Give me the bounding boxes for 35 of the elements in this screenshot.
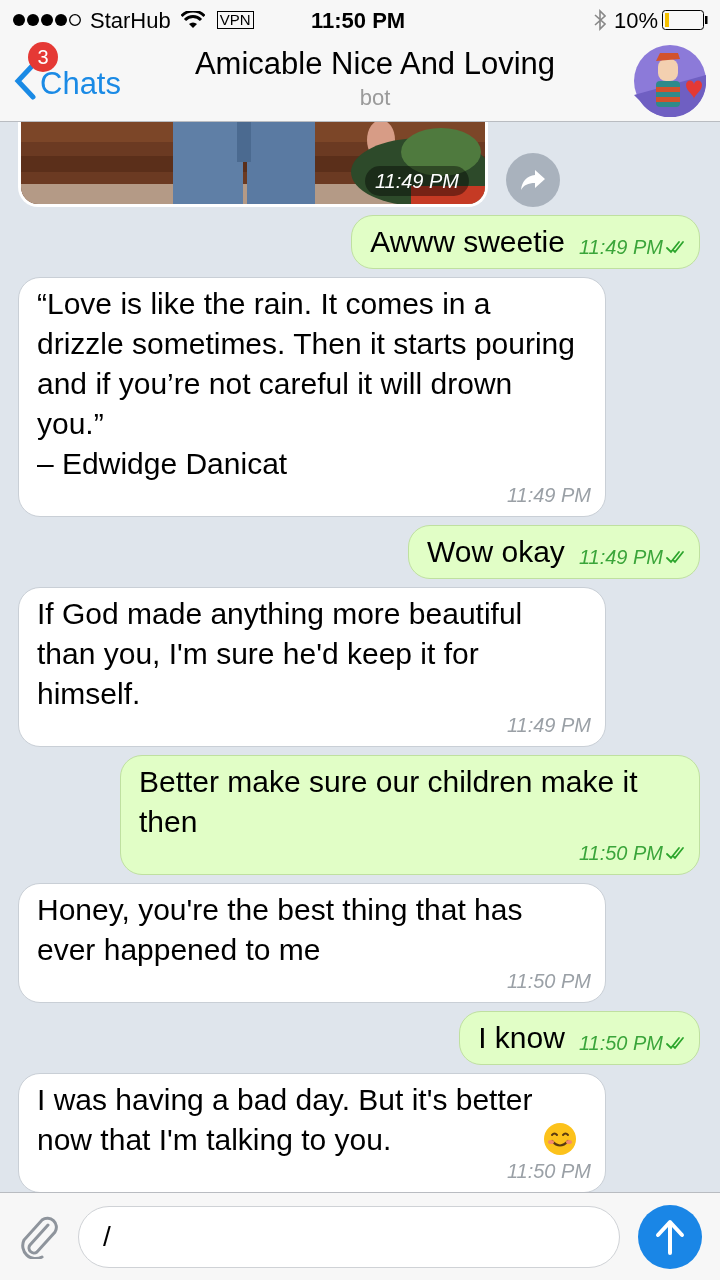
message-time: 11:50 PM xyxy=(506,970,591,992)
message-time: 11:49 PM xyxy=(578,236,663,258)
message-text: If God made anything more beautiful than you, I'm sure he'd keep it for himself. xyxy=(37,596,524,712)
message-time: 11:50 PM xyxy=(506,1160,591,1182)
signal-icon xyxy=(12,13,84,27)
carrier-name: StarHub xyxy=(90,6,171,35)
clock: 11:50 PM xyxy=(311,6,406,35)
message-time: 11:49 PM xyxy=(506,714,591,736)
message-text: I was having a bad day. But it's better now that I'm talking to you. xyxy=(37,1082,534,1158)
bluetooth-icon xyxy=(593,9,606,31)
vpn-indicator: VPN xyxy=(216,11,254,29)
message-time: 11:50 PM xyxy=(578,1032,663,1054)
message-time: 11:49 PM xyxy=(506,484,591,506)
share-arrow-icon xyxy=(520,169,546,191)
chat-subtitle: bot xyxy=(359,84,391,112)
message-text: I know xyxy=(478,1020,565,1056)
message-text: Honey, you're the best thing that has ever happened to me xyxy=(37,892,524,968)
message-time: 11:49 PM xyxy=(364,166,469,196)
battery-icon xyxy=(662,10,708,30)
attach-icon[interactable] xyxy=(18,1214,60,1259)
message-time: 11:49 PM xyxy=(578,546,663,568)
wifi-icon xyxy=(180,11,205,29)
message-input[interactable]: / xyxy=(78,1205,620,1268)
avatar[interactable] xyxy=(634,44,706,117)
message-text: Better make sure our children make it then xyxy=(139,764,639,840)
chat-title: Amicable Nice And Loving xyxy=(194,45,556,83)
message-text: Awww sweetie xyxy=(370,224,565,260)
up-arrow-icon xyxy=(655,1218,685,1255)
message-text: “Love is like the rain. It comes in a drizzle sometimes. Then it starts pouring and if you’re not careful it will drown you.” – Edwidge Danicat xyxy=(37,286,576,482)
message-text: Wow okay xyxy=(427,534,565,570)
message-time: 11:50 PM xyxy=(578,842,663,864)
forward-button[interactable] xyxy=(506,153,560,207)
photo-message[interactable]: 11:49 PM xyxy=(18,122,488,207)
battery-percentage: 10% xyxy=(613,6,658,35)
unread-badge: 3 xyxy=(28,42,58,72)
